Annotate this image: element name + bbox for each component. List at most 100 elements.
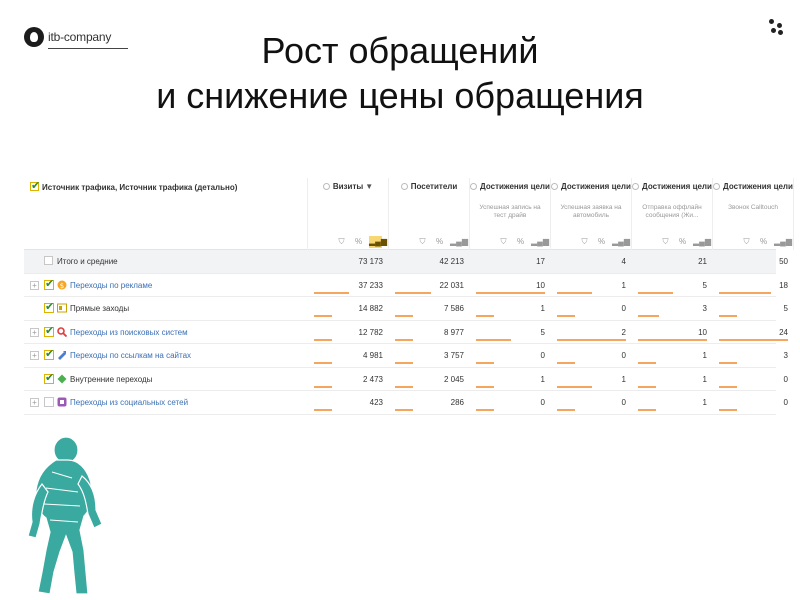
header-col-5[interactable]: Достижения цели Звонок Calltouch ⛉% ▂▄▆ (713, 178, 794, 250)
metric-cell: 0 (551, 344, 632, 367)
percent-icon[interactable]: % (757, 236, 770, 248)
header-col-tools: ⛉% ▂▄▆ (493, 236, 549, 248)
percent-icon[interactable]: % (352, 236, 365, 248)
row-checkbox[interactable] (44, 347, 54, 360)
metric-bar (395, 291, 431, 294)
row-label[interactable]: Переходы из поисковых систем (70, 328, 188, 337)
help-icon[interactable] (551, 183, 559, 190)
table-row[interactable]: Прямые заходы 14 882 7 586 1 0 3 5 (24, 297, 788, 321)
table-row[interactable]: + Переходы из социальных сетей 423 286 0 0 1 0 (24, 391, 788, 415)
metric-cell: 423 (308, 391, 389, 414)
metric-cell: 42 213 (389, 250, 470, 273)
metric-bar (557, 385, 592, 388)
header-col-3[interactable]: Достижения цели Успешная заявка на автомо… (551, 178, 632, 250)
help-icon[interactable] (470, 183, 478, 190)
metric-value: 50 (779, 257, 788, 266)
row-checkbox[interactable] (44, 397, 54, 407)
filter-icon[interactable]: ⛉ (578, 236, 591, 248)
percent-icon[interactable]: % (595, 236, 608, 248)
metric-value: 37 233 (358, 280, 383, 290)
percent-icon[interactable]: % (676, 236, 689, 248)
chart-icon[interactable]: ▂▄▆ (693, 236, 711, 248)
metric-value: 0 (783, 374, 788, 384)
expand-icon[interactable]: + (30, 327, 39, 337)
metric-cell: 4 (551, 250, 632, 273)
header-col-4[interactable]: Достижения цели Отправка оффлайн сообщени… (632, 178, 713, 250)
sort-desc-icon[interactable]: ▼ (365, 182, 373, 191)
row-label[interactable]: Переходы по ссылкам на сайтах (70, 351, 191, 360)
filter-icon[interactable]: ⛉ (659, 236, 672, 248)
filter-icon[interactable]: ⛉ (740, 236, 753, 248)
filter-icon[interactable]: ⛉ (335, 236, 348, 248)
header-col-title[interactable]: Достижения цели (551, 182, 631, 192)
chart-icon[interactable]: ▂▄▆ (531, 236, 549, 248)
link-icon (57, 350, 67, 360)
table-row[interactable]: Внутренние переходы 2 473 2 045 1 1 1 0 (24, 368, 788, 391)
metric-value: 12 782 (358, 327, 383, 337)
metric-bar (557, 315, 575, 317)
metric-value: 3 (702, 304, 707, 313)
header-col-title[interactable]: Достижения цели (713, 182, 793, 192)
header-col-2[interactable]: Достижения цели Успешная запись на тест д… (470, 178, 551, 250)
metric-value: 5 (783, 304, 788, 313)
percent-icon[interactable]: % (433, 236, 446, 248)
row-checkbox[interactable] (44, 371, 54, 384)
header-dimension-label[interactable]: Источник трафика, Источник трафика (дета… (42, 183, 237, 192)
expand-icon[interactable]: + (30, 351, 39, 360)
percent-icon[interactable]: % (514, 236, 527, 248)
row-checkbox[interactable] (44, 300, 54, 313)
header-col-title[interactable]: Достижения цели (632, 182, 712, 192)
header-col-tools: ⛉% ▂▄▆ (736, 236, 792, 248)
metric-cell: 73 173 (308, 250, 389, 273)
header-col-title[interactable]: Посетители (389, 182, 469, 192)
header-col-1[interactable]: Посетители ⛉% ▂▄▆ (389, 178, 470, 250)
expand-icon[interactable]: + (30, 280, 39, 290)
header-col-0[interactable]: Визиты ▼ ⛉% ▂▄▆ (308, 178, 389, 250)
metric-value: 0 (621, 398, 626, 407)
chart-icon[interactable]: ▂▄▆ (612, 236, 630, 248)
metric-cell: 1 (470, 368, 551, 391)
metric-bar (314, 385, 332, 388)
metric-bar (476, 409, 494, 411)
metric-cell: 0 (713, 391, 794, 414)
metric-bar (719, 338, 788, 341)
metric-cell: 24 (713, 321, 794, 344)
row-label[interactable]: Переходы по рекламе (70, 281, 152, 290)
table-row-total[interactable]: Итого и средние 73 173 42 213 17 4 21 50 (24, 250, 788, 274)
metric-value: 0 (621, 351, 626, 360)
header-col-tools: ⛉% ▂▄▆ (574, 236, 630, 248)
row-dimension: + Переходы по ссылкам на сайтах (24, 344, 308, 367)
filter-icon[interactable]: ⛉ (497, 236, 510, 248)
row-checkbox[interactable] (44, 256, 53, 265)
table-row[interactable]: + Переходы из поисковых систем 12 782 8 977… (24, 321, 788, 344)
chart-icon[interactable]: ▂▄▆ (450, 236, 468, 248)
metric-bar (638, 291, 673, 294)
row-label[interactable]: Переходы из социальных сетей (70, 398, 188, 407)
metric-cell: 17 (470, 250, 551, 273)
help-icon[interactable] (400, 183, 408, 190)
header-col-title[interactable]: Достижения цели (470, 182, 550, 192)
row-dimension: + $ Переходы по рекламе (24, 274, 308, 297)
metric-value: 7 586 (443, 304, 464, 313)
metric-bar (719, 291, 771, 294)
header-col-title[interactable]: Визиты ▼ (308, 182, 388, 192)
row-dimension: Внутренние переходы (24, 368, 308, 391)
table-row[interactable]: + Переходы по ссылкам на сайтах 4 981 3 757… (24, 344, 788, 368)
table-row[interactable]: + $ Переходы по рекламе 37 233 22 031 10 1 5 18 (24, 274, 788, 297)
metric-cell: 286 (389, 391, 470, 414)
chart-icon[interactable]: ▂▄▆ (774, 236, 792, 248)
help-icon[interactable] (713, 183, 721, 190)
metric-cell: 50 (713, 250, 794, 273)
row-checkbox[interactable] (44, 277, 54, 290)
help-icon[interactable] (632, 183, 640, 190)
row-checkbox[interactable] (44, 324, 54, 337)
metric-cell: 3 757 (389, 344, 470, 367)
help-icon[interactable] (322, 183, 330, 190)
metric-value: 1 (540, 304, 545, 313)
expand-icon[interactable]: + (30, 398, 39, 407)
metric-value: 3 757 (443, 351, 464, 360)
header-checkbox[interactable] (30, 179, 40, 192)
chart-icon[interactable]: ▂▄▆ (369, 236, 387, 248)
metric-cell: 0 (713, 368, 794, 391)
filter-icon[interactable]: ⛉ (416, 236, 429, 248)
